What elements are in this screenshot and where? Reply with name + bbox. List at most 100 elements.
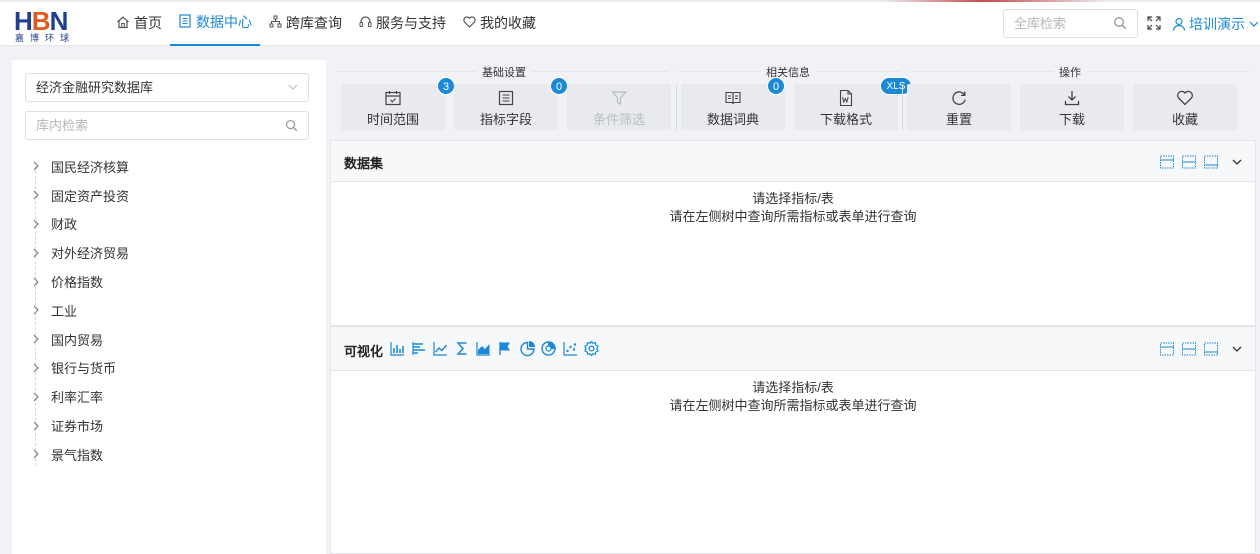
tree-item[interactable]: 国民经济核算 — [30, 152, 290, 181]
visualization-empty-hint: 请在左侧树中查询所需指标或表单进行查询 — [669, 398, 917, 413]
user-menu[interactable]: 培训演示 — [1172, 14, 1260, 34]
tree-item-label: 工业 — [51, 303, 78, 319]
horizontal-bar-icon[interactable] — [411, 340, 428, 357]
chart-type-toolbar — [389, 340, 605, 357]
time-range-badge: 3 — [437, 77, 455, 95]
sum-icon[interactable] — [454, 340, 471, 357]
database-select-value: 经济金融研究数据库 — [36, 80, 154, 95]
tree-item[interactable]: 价格指数 — [30, 267, 290, 296]
time-range-button[interactable]: 时间范围 3 — [341, 77, 455, 130]
user-icon — [1172, 17, 1186, 31]
layout-rows-icon[interactable] — [1181, 154, 1197, 170]
tree-item[interactable]: 景气指数 — [30, 440, 290, 469]
download-format-button[interactable]: 下载格式 XLS — [794, 77, 912, 130]
visualization-panel: 可视化 请选择指标/表 请在左侧树中查询所需指标或表单进行查询 — [330, 326, 1256, 554]
dataset-panel: 数据集 请选择指标/表 请在左侧树中查询所需指标或表单进行查询 — [330, 140, 1256, 326]
favorite-label: 收藏 — [1171, 112, 1198, 127]
download-button[interactable]: 下载 — [1020, 84, 1124, 130]
filter-icon — [611, 91, 627, 105]
home-icon — [116, 15, 130, 32]
dataset-panel-actions — [1153, 154, 1243, 170]
data-dictionary-button[interactable]: 数据词典 0 — [681, 77, 785, 130]
nav-item-service[interactable]: 服务与支持 — [350, 0, 454, 46]
flag-icon[interactable] — [497, 340, 514, 357]
dataset-empty-hint: 请在左侧树中查询所需指标或表单进行查询 — [669, 209, 917, 224]
data-dictionary-badge: 0 — [767, 77, 785, 95]
favorite-button[interactable]: 收藏 — [1133, 84, 1237, 130]
layout-box-icon[interactable] — [1203, 341, 1219, 357]
tree-item[interactable]: 银行与货币 — [30, 354, 290, 383]
nav-item-favorites[interactable]: 我的收藏 — [454, 0, 544, 46]
search-icon[interactable] — [285, 119, 298, 132]
layout-box-icon[interactable] — [1203, 154, 1219, 170]
nav-item-home[interactable]: 首页 — [108, 0, 170, 46]
sidebar-search-box — [25, 111, 309, 140]
tree-item-label: 固定资产投资 — [51, 188, 130, 204]
tree-item-label: 价格指数 — [51, 275, 104, 291]
logo-text: HBN — [14, 6, 68, 36]
chevron-right-icon[interactable] — [30, 247, 42, 259]
tree-item[interactable]: 对外经济贸易 — [30, 238, 290, 267]
brand-logo[interactable]: HBN 嘉博环球 — [14, 6, 90, 43]
sidebar-search-input[interactable] — [26, 112, 266, 139]
area-chart-icon[interactable] — [475, 340, 492, 357]
condition-filter-button[interactable]: 条件筛选 — [567, 84, 671, 130]
nav-label-home: 首页 — [134, 15, 162, 31]
global-search-box — [1003, 9, 1138, 38]
tree-item-label: 国内贸易 — [51, 332, 104, 348]
chevron-right-icon[interactable] — [30, 391, 42, 403]
search-icon[interactable] — [1113, 16, 1127, 30]
layout-rows-icon[interactable] — [1181, 341, 1197, 357]
chevron-down-icon[interactable] — [1231, 156, 1243, 168]
layout-grid-icon[interactable] — [1159, 341, 1175, 357]
calendar-icon — [385, 91, 401, 106]
tree-item[interactable]: 国内贸易 — [30, 325, 290, 354]
chevron-down-icon[interactable] — [1231, 343, 1243, 355]
chevron-right-icon[interactable] — [30, 304, 42, 316]
pie-chart-icon[interactable] — [519, 340, 536, 357]
tree-item[interactable]: 工业 — [30, 296, 290, 325]
download-format-label: 下载格式 — [819, 112, 872, 127]
reset-button[interactable]: 重置 — [907, 84, 1011, 130]
group-title-related: 相关信息 — [760, 64, 816, 80]
headset-icon — [358, 15, 372, 31]
tree-item-label: 证券市场 — [51, 419, 104, 435]
global-search-input[interactable] — [1004, 10, 1104, 37]
condition-filter-label: 条件筛选 — [592, 112, 645, 127]
nav-label-data-center: 数据中心 — [196, 14, 252, 30]
indicator-fields-button[interactable]: 指标字段 0 — [454, 77, 568, 130]
layout-grid-icon[interactable] — [1159, 154, 1175, 170]
tree-item[interactable]: 固定资产投资 — [30, 181, 290, 210]
tree-item[interactable]: 证券市场 — [30, 411, 290, 440]
visualization-panel-actions — [1153, 341, 1243, 357]
toolbar-separator — [902, 84, 903, 130]
chevron-right-icon[interactable] — [30, 333, 42, 345]
bar-chart-icon[interactable] — [389, 340, 406, 357]
tree-item[interactable]: 利率汇率 — [30, 382, 290, 411]
settings-icon[interactable] — [583, 340, 600, 357]
chevron-right-icon[interactable] — [30, 448, 42, 460]
nav-item-cross-query[interactable]: 跨库查询 — [260, 0, 350, 46]
download-label: 下载 — [1058, 112, 1085, 127]
nav-label-service: 服务与支持 — [376, 15, 446, 31]
group-title-basic: 基础设置 — [476, 64, 532, 80]
nav-label-favorites: 我的收藏 — [480, 15, 536, 31]
tree-item[interactable]: 财政 — [30, 210, 290, 239]
top-navigation-bar: HBN 嘉博环球 首页 数据中心 跨库查询 服务与支持 我的收藏 全库检索 培训… — [0, 0, 1260, 46]
ring-chart-icon[interactable] — [540, 340, 557, 357]
chevron-right-icon[interactable] — [30, 276, 42, 288]
chevron-right-icon[interactable] — [30, 160, 42, 172]
toolbar-separator — [676, 84, 677, 130]
fullscreen-icon[interactable] — [1147, 16, 1161, 30]
chevron-right-icon[interactable] — [30, 218, 42, 230]
chevron-right-icon[interactable] — [30, 362, 42, 374]
group-title-ops: 操作 — [1053, 64, 1087, 80]
chevron-right-icon[interactable] — [30, 420, 42, 432]
word-document-icon — [839, 89, 853, 107]
database-select[interactable]: 经济金融研究数据库 — [25, 73, 309, 102]
line-chart-icon[interactable] — [432, 340, 449, 357]
chevron-right-icon[interactable] — [30, 189, 42, 201]
nav-item-data-center[interactable]: 数据中心 — [170, 0, 260, 46]
scatter-chart-icon[interactable] — [562, 340, 579, 357]
dataset-panel-header: 数据集 — [331, 141, 1255, 182]
